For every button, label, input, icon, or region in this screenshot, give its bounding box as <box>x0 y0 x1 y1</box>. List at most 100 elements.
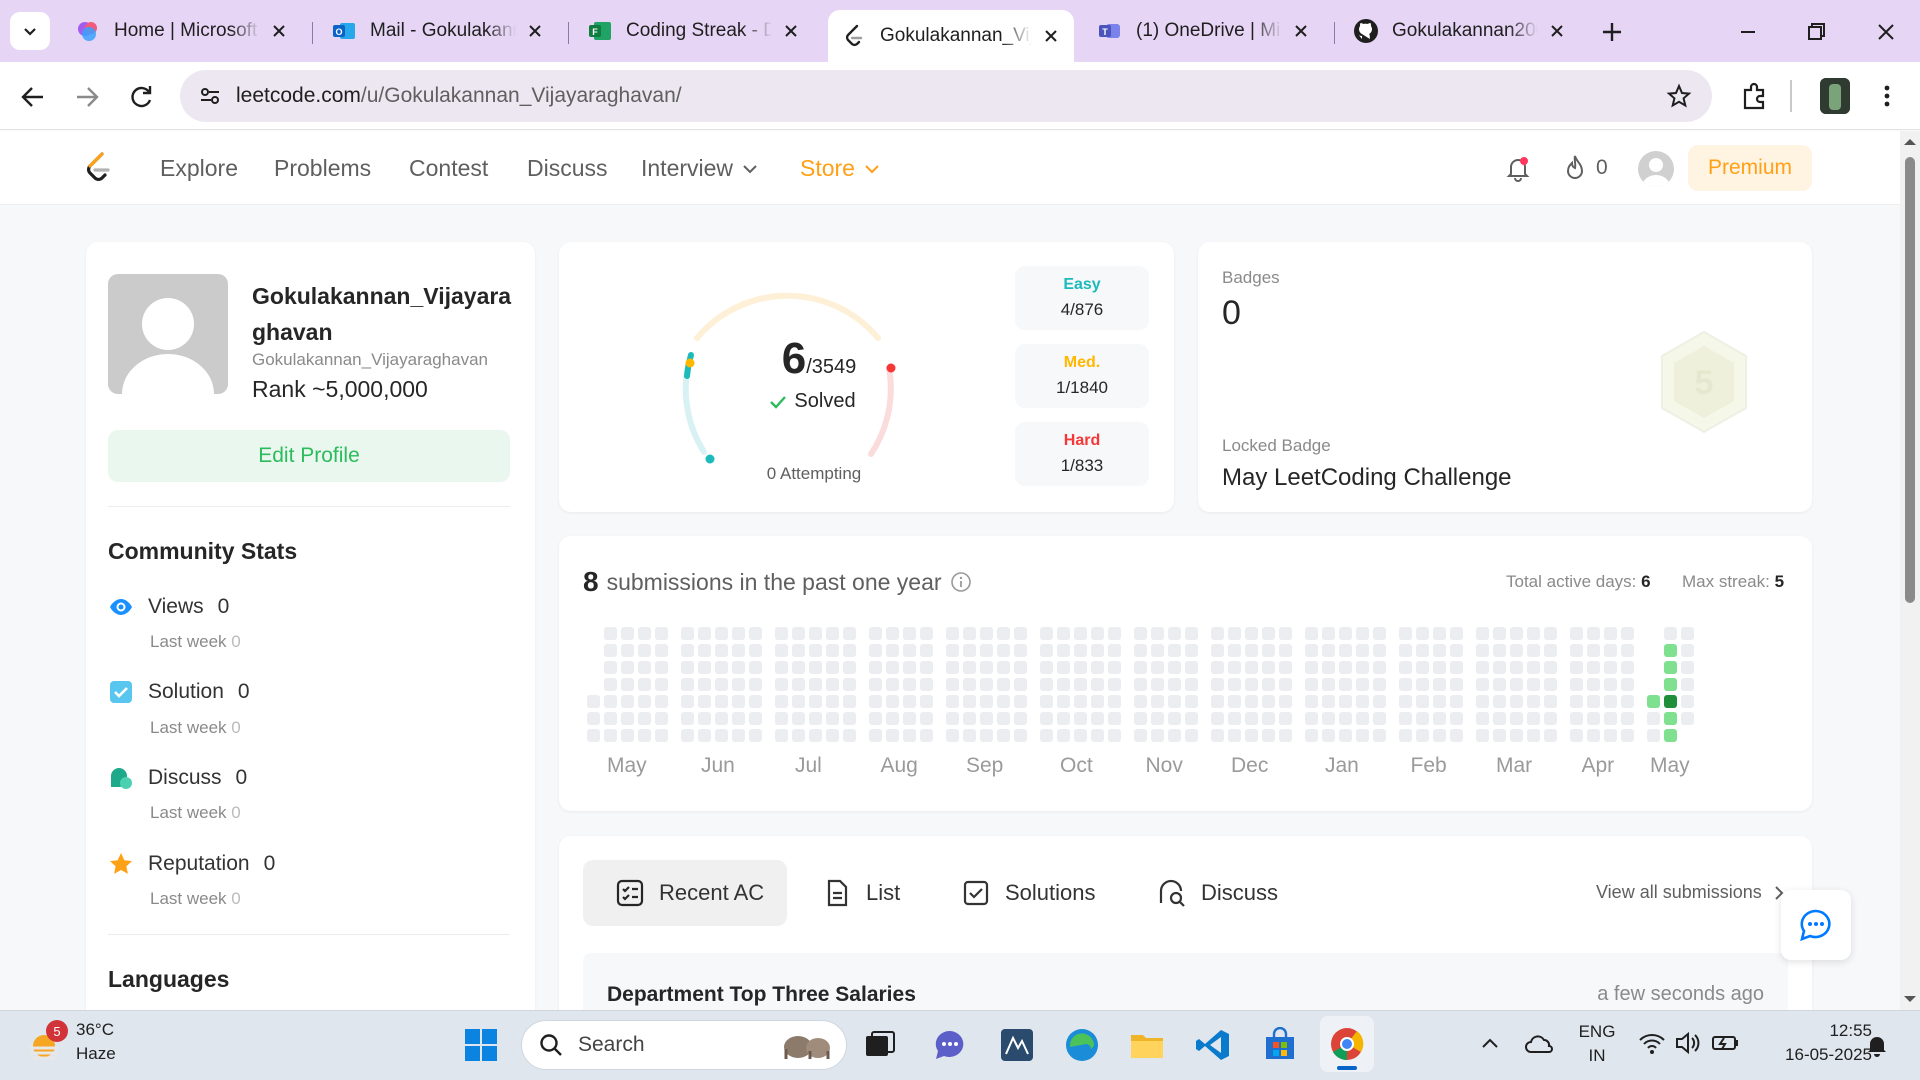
bookmark-star-icon[interactable] <box>1666 83 1692 109</box>
back-button[interactable] <box>16 80 50 114</box>
submission-title[interactable]: Department Top Three Salaries <box>607 983 916 1007</box>
onedrive-icon[interactable] <box>1524 1032 1554 1056</box>
browser-tab-mail[interactable]: O Mail - Gokulakannan Vijayaraghavan <box>318 10 558 52</box>
restore-button[interactable] <box>1800 16 1832 48</box>
minimize-icon <box>1741 31 1755 33</box>
browser-tab-microsoft-365[interactable]: Home | Microsoft 365 <box>62 10 302 52</box>
premium-button[interactable]: Premium <box>1688 145 1812 191</box>
wifi-icon[interactable] <box>1638 1030 1666 1056</box>
heatmap-cell <box>1091 644 1104 657</box>
chrome-taskbar-button[interactable] <box>1320 1016 1374 1072</box>
heatmap-cell <box>1339 678 1352 691</box>
close-icon[interactable] <box>1040 25 1062 47</box>
heatmap-cell <box>775 695 788 708</box>
mysql-workbench-icon[interactable] <box>999 1027 1035 1063</box>
nav-interview[interactable]: Interview <box>641 155 761 182</box>
heatmap-cell <box>1476 661 1489 674</box>
tab-list[interactable]: List <box>822 860 900 926</box>
teams-chat-icon[interactable] <box>932 1027 968 1063</box>
close-icon[interactable] <box>268 20 290 42</box>
browser-tab-coding-streak[interactable]: F Coding Streak - Dashboard <box>574 10 814 52</box>
heatmap-cell <box>749 627 762 640</box>
nav-explore[interactable]: Explore <box>160 155 238 182</box>
close-window-button[interactable] <box>1870 16 1902 48</box>
heatmap-cell <box>1450 661 1463 674</box>
reload-button[interactable] <box>124 80 158 114</box>
nav-store[interactable]: Store <box>800 155 883 182</box>
taskbar-search[interactable]: Search <box>521 1020 847 1070</box>
heatmap-month-label: Nov <box>1145 754 1183 777</box>
heatmap-cell <box>1621 627 1634 640</box>
close-icon[interactable] <box>1290 20 1312 42</box>
streak-counter[interactable]: 0 <box>1562 153 1608 183</box>
heatmap-cell <box>1476 695 1489 708</box>
user-avatar[interactable] <box>1638 151 1674 187</box>
heatmap-cell <box>1416 627 1429 640</box>
extensions-button[interactable] <box>1738 80 1770 112</box>
microsoft-store-icon[interactable] <box>1262 1027 1298 1063</box>
heatmap-cell <box>886 729 899 742</box>
view-all-submissions-link[interactable]: View all submissions <box>1596 882 1788 903</box>
input-language[interactable]: ENG IN <box>1578 1022 1616 1066</box>
heatmap-cell <box>1057 678 1070 691</box>
profile-avatar[interactable] <box>1820 78 1850 114</box>
recent-submission-row[interactable]: Department Top Three Salaries a few seco… <box>583 953 1788 1010</box>
show-hidden-icons[interactable] <box>1478 1032 1502 1056</box>
browser-tab-leetcode[interactable]: Gokulakannan_Vijayaraghavan <box>828 10 1074 62</box>
vscode-icon[interactable] <box>1195 1027 1231 1063</box>
edge-icon[interactable] <box>1064 1027 1100 1063</box>
heatmap-month-label: May <box>607 754 647 777</box>
heatmap-cell <box>1664 644 1677 657</box>
task-view-icon[interactable] <box>862 1027 898 1063</box>
system-clock[interactable]: 12:55 16-05-2025 <box>1762 1021 1872 1065</box>
notifications-button[interactable] <box>1503 153 1533 183</box>
heatmap-cell <box>1527 729 1540 742</box>
heatmap-cell <box>809 695 822 708</box>
heatmap-cell <box>1527 644 1540 657</box>
tab-recent-ac[interactable]: Recent AC <box>583 860 787 926</box>
heatmap-cell <box>732 661 745 674</box>
notification-bell-icon[interactable] <box>1864 1032 1890 1058</box>
heatmap-cell <box>1211 695 1224 708</box>
edit-profile-button[interactable]: Edit Profile <box>108 430 510 482</box>
heatmap-cell <box>1057 644 1070 657</box>
minimize-button[interactable] <box>1732 16 1764 48</box>
nav-discuss[interactable]: Discuss <box>527 155 608 182</box>
browser-menu-button[interactable] <box>1872 80 1902 112</box>
feedback-chat-button[interactable] <box>1781 890 1851 960</box>
nav-problems[interactable]: Problems <box>274 155 371 182</box>
page-scrollbar[interactable] <box>1900 131 1920 1010</box>
new-tab-button[interactable] <box>1596 16 1628 48</box>
heatmap-cell <box>1681 695 1694 708</box>
start-button[interactable] <box>463 1027 499 1063</box>
volume-icon[interactable] <box>1674 1030 1702 1056</box>
leetcode-logo[interactable] <box>82 151 114 185</box>
weather-widget[interactable]: 5 36°C Haze <box>26 1020 136 1070</box>
heatmap-cell <box>869 729 882 742</box>
locked-badge-label: Locked Badge <box>1222 436 1331 455</box>
heatmap-cell <box>1510 695 1523 708</box>
heatmap-cell <box>1305 661 1318 674</box>
browser-tab-onedrive[interactable]: T (1) OneDrive | Microsoft 365 <box>1084 10 1324 52</box>
heatmap-cell <box>1211 644 1224 657</box>
browser-tab-github[interactable]: Gokulakannan2001 <box>1340 10 1580 52</box>
tab-solutions[interactable]: Solutions <box>961 860 1096 926</box>
file-explorer-icon[interactable] <box>1129 1027 1165 1063</box>
close-icon[interactable] <box>780 20 802 42</box>
badges-count: 0 <box>1222 294 1241 332</box>
heatmap-cell <box>869 678 882 691</box>
battery-icon[interactable] <box>1710 1030 1740 1056</box>
heatmap-cell <box>1544 678 1557 691</box>
forward-button[interactable] <box>70 80 104 114</box>
chevron-down-icon <box>24 28 36 36</box>
profile-username: Gokulakannan_Vijayaraghavan <box>252 350 488 369</box>
tab-discuss[interactable]: Discuss <box>1157 860 1278 926</box>
nav-contest[interactable]: Contest <box>409 155 488 182</box>
close-icon[interactable] <box>1546 20 1568 42</box>
heatmap-cell <box>1450 678 1463 691</box>
info-icon[interactable] <box>950 571 972 593</box>
tab-search-button[interactable] <box>10 12 50 50</box>
url-input[interactable]: leetcode.com/u/Gokulakannan_Vijayaraghav… <box>180 70 1712 122</box>
site-info-icon[interactable] <box>198 84 222 108</box>
close-icon[interactable] <box>524 20 546 42</box>
